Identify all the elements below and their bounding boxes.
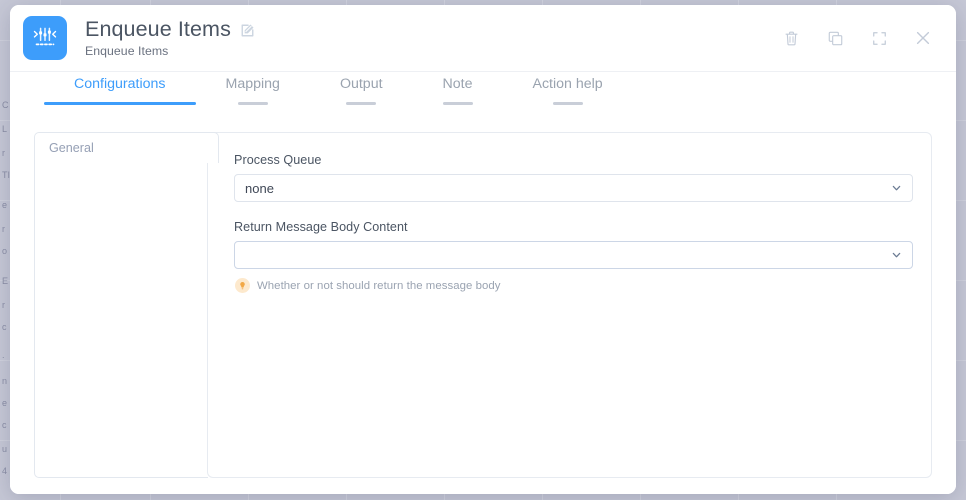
tab-underline bbox=[442, 102, 473, 106]
chevron-down-icon bbox=[890, 249, 903, 262]
field-label: Process Queue bbox=[234, 153, 322, 167]
background-text: c bbox=[2, 420, 7, 430]
background-text: C bbox=[2, 100, 9, 110]
close-button[interactable] bbox=[912, 27, 934, 49]
tab-label: Output bbox=[339, 76, 383, 92]
tab-action-help[interactable]: Action help bbox=[503, 72, 633, 106]
background-text: r bbox=[2, 148, 6, 158]
field-return-message-body-content: Return Message Body Content Whether or n… bbox=[234, 220, 913, 293]
tab-output[interactable]: Output bbox=[310, 72, 413, 106]
process-queue-select[interactable]: none bbox=[234, 174, 913, 202]
tab-mapping[interactable]: Mapping bbox=[196, 72, 310, 106]
duplicate-button[interactable] bbox=[824, 27, 846, 49]
background-text: n bbox=[2, 376, 8, 386]
page-title: Enqueue Items bbox=[85, 16, 231, 41]
background-text: u bbox=[2, 444, 8, 454]
tab-label: Note bbox=[442, 76, 473, 92]
tab-bar: Configurations Mapping Output Note Actio… bbox=[10, 72, 956, 114]
edit-pencil-icon[interactable] bbox=[240, 23, 255, 38]
section-tab-general[interactable]: General bbox=[34, 132, 219, 163]
tab-configurations[interactable]: Configurations bbox=[44, 72, 196, 106]
title-row: Enqueue Items bbox=[85, 16, 255, 42]
header-actions bbox=[780, 27, 938, 49]
chevron-down-icon bbox=[890, 182, 903, 195]
background-text: r bbox=[2, 300, 6, 310]
background-text: e bbox=[2, 398, 8, 408]
tab-underline bbox=[237, 102, 268, 106]
tab-underline bbox=[346, 102, 377, 106]
configurations-panel: Process Queue none Return Message Body C… bbox=[207, 132, 932, 478]
modal-title-block: Enqueue Items Enqueue Items bbox=[85, 16, 255, 59]
process-queue-value: none bbox=[245, 180, 274, 196]
tab-label: Mapping bbox=[225, 76, 280, 92]
field-hint-text: Whether or not should return the message… bbox=[257, 279, 501, 292]
field-hint: Whether or not should return the message… bbox=[235, 278, 913, 293]
return-message-body-content-select[interactable] bbox=[234, 241, 913, 269]
background-text: L bbox=[2, 124, 8, 134]
tab-label: Action help bbox=[532, 76, 603, 92]
background-text: r bbox=[2, 224, 6, 234]
background-text: . bbox=[2, 350, 5, 360]
tab-underline bbox=[552, 102, 583, 106]
section-tab-label: General bbox=[49, 141, 94, 155]
modal-body: General Process Queue none Return Messag… bbox=[10, 114, 956, 494]
fullscreen-button[interactable] bbox=[868, 27, 890, 49]
field-process-queue: Process Queue none bbox=[234, 153, 913, 202]
page-subtitle: Enqueue Items bbox=[85, 44, 169, 59]
tab-underline-active bbox=[44, 102, 196, 106]
background-text: c bbox=[2, 322, 7, 332]
enqueue-items-modal: Enqueue Items Enqueue Items Configuratio… bbox=[10, 5, 956, 494]
lightbulb-icon bbox=[235, 278, 250, 293]
modal-header: Enqueue Items Enqueue Items bbox=[10, 5, 956, 72]
background-text: 4 bbox=[2, 466, 8, 476]
enqueue-items-icon bbox=[23, 16, 67, 60]
field-label: Return Message Body Content bbox=[234, 220, 408, 234]
background-text: E bbox=[2, 276, 9, 286]
delete-button[interactable] bbox=[780, 27, 802, 49]
section-panel-left-column bbox=[34, 163, 208, 478]
tab-note[interactable]: Note bbox=[413, 72, 503, 106]
background-text: Tl bbox=[2, 170, 10, 180]
background-text: o bbox=[2, 246, 8, 256]
form-area: Process Queue none Return Message Body C… bbox=[234, 153, 913, 311]
tab-label: Configurations bbox=[74, 76, 166, 92]
background-text: e bbox=[2, 200, 8, 210]
